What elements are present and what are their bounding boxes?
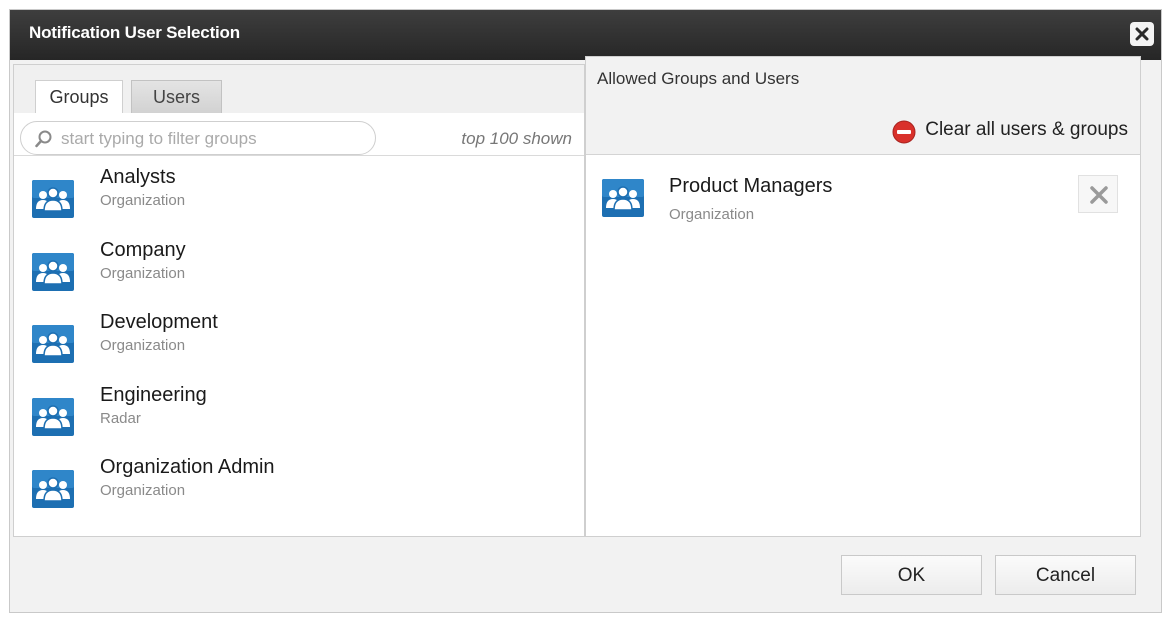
group-type: Radar: [100, 410, 141, 427]
list-item[interactable]: Company Organization: [32, 239, 552, 295]
group-icon: [602, 179, 644, 217]
close-x-icon: [1090, 186, 1108, 204]
group-name: Company: [100, 239, 186, 261]
allowed-panel: Allowed Groups and Users Clear all users…: [585, 56, 1141, 537]
tab-users[interactable]: Users: [131, 80, 222, 113]
group-icon: [32, 325, 74, 363]
group-type: Organization: [100, 192, 186, 209]
list-item[interactable]: Engineering Radar: [32, 384, 552, 440]
group-name: Engineering: [100, 384, 207, 406]
clear-all-label: Clear all users & groups: [925, 119, 1128, 140]
clear-bar: Clear all users & groups: [586, 107, 1140, 155]
dialog-title: Notification User Selection: [29, 23, 240, 42]
allowed-panel-title: Allowed Groups and Users: [597, 69, 800, 88]
group-type: Organization: [100, 265, 186, 282]
group-icon: [32, 398, 74, 436]
close-button[interactable]: [1130, 22, 1154, 46]
remove-selected-button[interactable]: [1078, 175, 1118, 213]
selected-name: Product Managers: [669, 175, 833, 197]
ok-button[interactable]: OK: [841, 555, 982, 595]
group-filter-input[interactable]: [59, 128, 363, 150]
groups-panel: Groups Users top 100 shown Analysts Orga…: [13, 64, 585, 537]
filter-bar: top 100 shown: [14, 113, 584, 156]
search-box[interactable]: [20, 121, 376, 155]
selected-type: Organization: [669, 206, 755, 223]
group-icon: [32, 253, 74, 291]
group-name: Development: [100, 311, 218, 333]
search-icon: [35, 130, 52, 148]
group-name: Organization Admin: [100, 456, 275, 478]
cancel-button[interactable]: Cancel: [995, 555, 1136, 595]
group-icon: [32, 470, 74, 508]
dialog-titlebar: Notification User Selection: [10, 10, 1161, 60]
close-icon: [1135, 27, 1149, 41]
result-limit-note: top 100 shown: [461, 129, 572, 148]
tab-groups[interactable]: Groups: [35, 80, 123, 113]
group-icon: [32, 180, 74, 218]
remove-circle-icon: [892, 120, 916, 144]
group-name: Analysts: [100, 166, 176, 188]
clear-all-button[interactable]: Clear all users & groups: [892, 119, 1128, 144]
group-type: Organization: [100, 337, 186, 354]
group-list: Analysts Organization Company Organizati…: [14, 156, 584, 536]
list-item[interactable]: Analysts Organization: [32, 166, 552, 222]
list-item[interactable]: Organization Admin Organization: [32, 456, 552, 512]
allowed-panel-header: Allowed Groups and Users: [586, 57, 1140, 108]
list-item[interactable]: Development Organization: [32, 311, 552, 367]
selected-item: Product Managers Organization: [602, 175, 1062, 231]
group-type: Organization: [100, 482, 186, 499]
